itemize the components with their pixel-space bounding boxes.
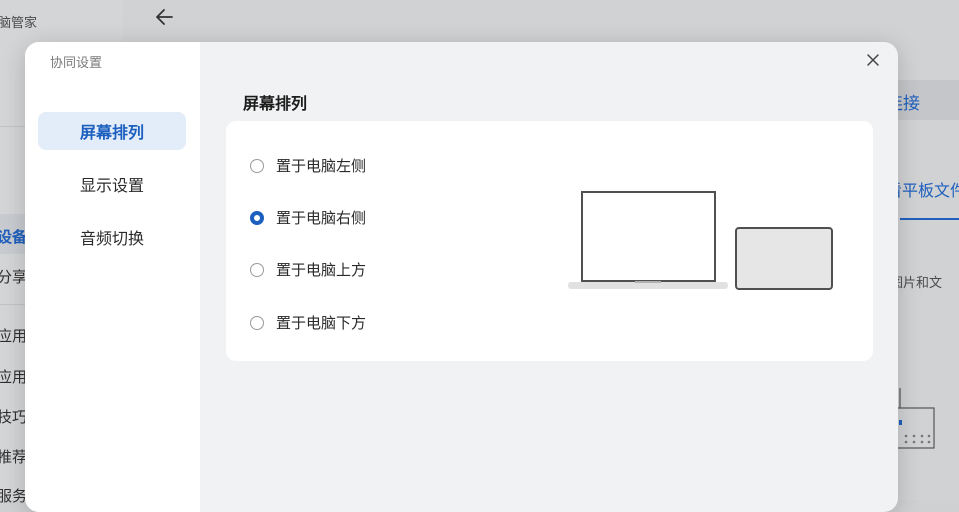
background-brand: 脑管家 bbox=[0, 16, 38, 31]
screen-arrangement-card: 置于电脑左侧 置于电脑右侧 置于电脑上方 置于电脑下方 bbox=[226, 121, 873, 361]
option-right[interactable]: 置于电脑右侧 bbox=[250, 207, 366, 228]
laptop-icon bbox=[568, 191, 728, 289]
dialog-sidebar: 协同设置 屏幕排列 显示设置 音频切换 bbox=[25, 42, 200, 512]
arrow-left-icon[interactable] bbox=[150, 2, 180, 32]
radio-icon[interactable] bbox=[250, 315, 264, 330]
option-label: 置于电脑上方 bbox=[276, 261, 367, 279]
tablet-icon bbox=[735, 227, 833, 290]
background-nav-service[interactable]: 服务 bbox=[0, 485, 27, 506]
radio-checked-icon[interactable] bbox=[250, 210, 264, 225]
background-tab-underline bbox=[900, 218, 959, 220]
option-label: 置于电脑左侧 bbox=[276, 157, 367, 175]
nav-screen-arrangement[interactable]: 屏幕排列 bbox=[38, 112, 186, 150]
background-nav-share[interactable]: 分享 bbox=[0, 266, 27, 287]
background-nav-devices[interactable]: 设备 bbox=[0, 226, 27, 247]
collaboration-settings-dialog: 协同设置 屏幕排列 显示设置 音频切换 屏幕排列 置于电脑左侧 置于电脑右侧 置… bbox=[25, 42, 898, 512]
option-bottom[interactable]: 置于电脑下方 bbox=[250, 312, 366, 333]
radio-icon[interactable] bbox=[250, 262, 264, 277]
nav-display-settings[interactable]: 显示设置 bbox=[38, 165, 186, 203]
tablet-illustration bbox=[896, 388, 935, 449]
option-label: 置于电脑右侧 bbox=[276, 209, 367, 227]
screen-arrangement-illustration bbox=[568, 191, 833, 290]
option-label: 置于电脑下方 bbox=[276, 314, 367, 332]
close-icon[interactable] bbox=[863, 50, 883, 70]
background-nav-tips[interactable]: 技巧 bbox=[0, 406, 27, 427]
nav-audio-switch[interactable]: 音频切换 bbox=[38, 218, 186, 256]
background-nav-apps-2[interactable]: 应用 bbox=[0, 366, 27, 387]
dialog-title: 协同设置 bbox=[50, 56, 103, 71]
background-nav-recommend[interactable]: 推荐 bbox=[0, 446, 27, 467]
option-top[interactable]: 置于电脑上方 bbox=[250, 259, 366, 280]
section-title: 屏幕排列 bbox=[243, 94, 308, 113]
option-left[interactable]: 置于电脑左侧 bbox=[250, 155, 366, 176]
radio-icon[interactable] bbox=[250, 158, 264, 173]
background-nav-apps-1[interactable]: 应用 bbox=[0, 325, 27, 346]
